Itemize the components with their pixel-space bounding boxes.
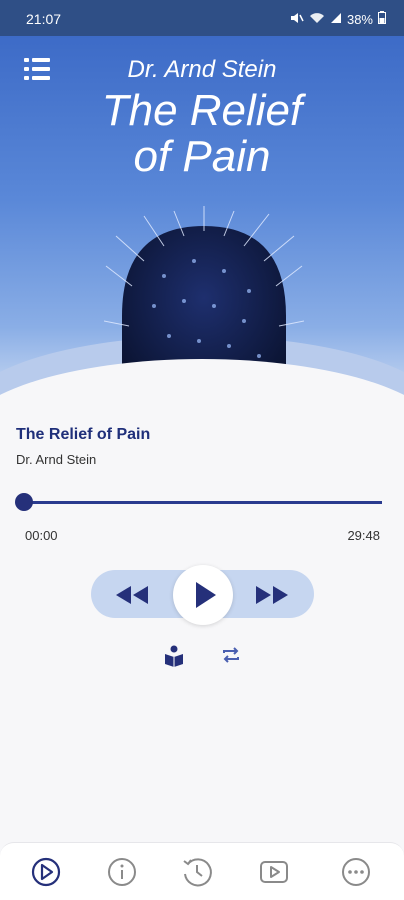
info-icon: [108, 858, 136, 886]
rewind-button[interactable]: [110, 580, 154, 610]
book-reader-button[interactable]: [162, 643, 186, 667]
wifi-icon: [309, 12, 325, 27]
status-time: 21:07: [26, 11, 62, 27]
album-header: Dr. Arnd Stein The Relief of Pain: [0, 36, 404, 400]
more-icon: [342, 858, 370, 886]
battery-icon: [378, 11, 386, 27]
current-time: 00:00: [25, 528, 58, 543]
track-author: Dr. Arnd Stein: [16, 452, 97, 467]
mute-icon: [290, 12, 304, 27]
play-icon: [196, 582, 216, 608]
track-title: The Relief of Pain: [16, 426, 151, 443]
header-title-line2: of Pain: [133, 132, 271, 181]
nav-player[interactable]: [29, 855, 63, 889]
history-icon: [183, 858, 212, 887]
repeat-icon: [223, 647, 239, 663]
bottom-navigation: [0, 842, 404, 900]
signal-icon: [330, 12, 342, 27]
header-author: Dr. Arnd Stein: [127, 56, 277, 83]
status-bar: 21:07 38%: [0, 0, 404, 36]
play-button[interactable]: [173, 565, 233, 625]
nav-history[interactable]: [180, 855, 214, 889]
battery-percent: 38%: [346, 11, 373, 27]
progress-thumb[interactable]: [15, 493, 33, 511]
nav-video[interactable]: [257, 855, 291, 889]
progress-slider[interactable]: [15, 492, 382, 514]
fast-forward-icon: [256, 586, 288, 604]
status-icons: 38%: [290, 11, 386, 27]
video-icon: [260, 861, 288, 883]
total-time: 29:48: [347, 528, 380, 543]
header-title: The Relief of Pain: [0, 88, 404, 180]
nav-more[interactable]: [339, 855, 373, 889]
player-icon: [31, 857, 61, 887]
fast-forward-button[interactable]: [250, 580, 294, 610]
progress-track: [16, 501, 382, 504]
book-reader-icon: [165, 645, 183, 667]
header-title-line1: The Relief: [101, 86, 303, 135]
nav-info[interactable]: [105, 855, 139, 889]
rewind-icon: [116, 586, 148, 604]
repeat-button[interactable]: [219, 643, 243, 667]
